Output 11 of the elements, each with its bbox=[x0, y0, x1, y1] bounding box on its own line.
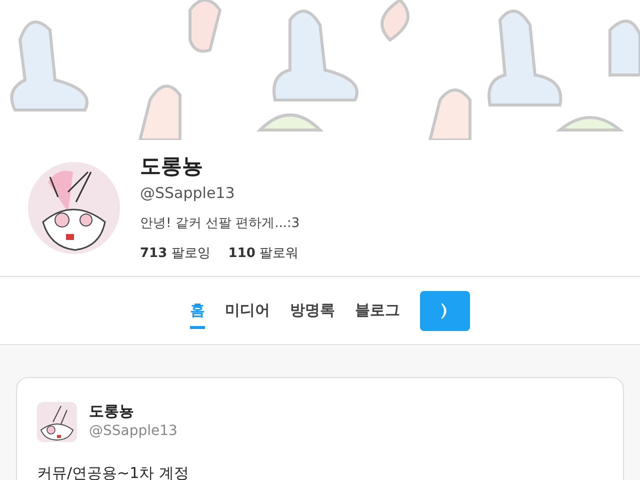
following-link[interactable]: 713 팔로잉 bbox=[140, 244, 210, 262]
profile-bio: 안녕! 같커 선팔 편하게...:3 bbox=[140, 215, 300, 232]
tab[interactable]: 블로그 bbox=[355, 292, 400, 328]
profile-handle: @SSapple13 bbox=[140, 184, 236, 202]
profile-name: 도롱뇽 bbox=[140, 153, 204, 180]
post-text: 커뮤/연공용~1차 계정 bbox=[37, 464, 190, 480]
tab[interactable]: 미디어 bbox=[225, 292, 270, 328]
tab[interactable]: 방명록 bbox=[290, 292, 335, 328]
post-author-name: 도롱뇽 bbox=[89, 402, 135, 421]
post-author-handle: @SSapple13 bbox=[89, 423, 178, 439]
followers-link[interactable]: 110 팔로워 bbox=[228, 244, 299, 262]
